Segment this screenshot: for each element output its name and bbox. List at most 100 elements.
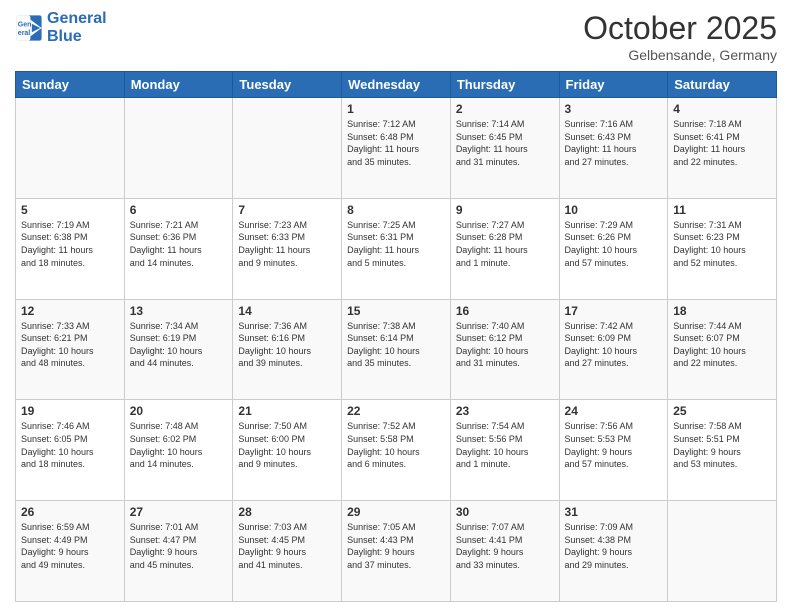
month-title: October 2025 [583, 10, 777, 47]
calendar-cell: 21 Sunrise: 7:50 AM Sunset: 6:00 PM Dayli… [233, 400, 342, 501]
day-info: Sunrise: 7:03 AM Sunset: 4:45 PM Dayligh… [238, 521, 336, 571]
calendar-cell: 20Sunrise: 7:48 AM Sunset: 6:02 PM Dayli… [124, 400, 233, 501]
day-number: 7 [238, 203, 336, 217]
day-number: 28 [238, 505, 336, 519]
day-number: 13 [130, 304, 228, 318]
day-info: Sunrise: 7:14 AM Sunset: 6:45 PM Dayligh… [456, 118, 554, 168]
calendar-cell [668, 501, 777, 602]
day-info: Sunrise: 7:33 AM Sunset: 6:21 PM Dayligh… [21, 320, 119, 370]
calendar-cell: 13 Sunrise: 7:34 AM Sunset: 6:19 PM Dayli… [124, 299, 233, 400]
day-number: 12 [21, 304, 119, 318]
calendar-week-row: 26 Sunrise: 6:59 AM Sunset: 4:49 PM Dayli… [16, 501, 777, 602]
weekday-header-tuesday: Tuesday [233, 72, 342, 98]
day-info: Sunrise: 7:54 AM Sunset: 5:56 PM Dayligh… [456, 420, 554, 470]
day-number: 10 [565, 203, 663, 217]
day-number: 3 [565, 102, 663, 116]
calendar-week-row: 12 Sunrise: 7:33 AM Sunset: 6:21 PM Dayli… [16, 299, 777, 400]
calendar-cell: 29Sunrise: 7:05 AM Sunset: 4:43 PM Dayli… [342, 501, 451, 602]
calendar-cell [124, 98, 233, 199]
logo: Gen eral General Blue [15, 10, 107, 45]
day-info: Sunrise: 7:56 AM Sunset: 5:53 PM Dayligh… [565, 420, 663, 470]
day-info: Sunrise: 7:44 AM Sunset: 6:07 PM Dayligh… [673, 320, 771, 370]
calendar-cell: 14 Sunrise: 7:36 AM Sunset: 6:16 PM Dayli… [233, 299, 342, 400]
day-number: 29 [347, 505, 445, 519]
calendar-week-row: 1 Sunrise: 7:12 AM Sunset: 6:48 PM Daylig… [16, 98, 777, 199]
day-number: 24 [565, 404, 663, 418]
svg-text:eral: eral [18, 30, 31, 37]
calendar-cell: 22 Sunrise: 7:52 AM Sunset: 5:58 PM Dayli… [342, 400, 451, 501]
day-info: Sunrise: 7:07 AM Sunset: 4:41 PM Dayligh… [456, 521, 554, 571]
day-number: 14 [238, 304, 336, 318]
calendar-cell: 23 Sunrise: 7:54 AM Sunset: 5:56 PM Dayli… [450, 400, 559, 501]
calendar-cell: 5 Sunrise: 7:19 AM Sunset: 6:38 PM Daylig… [16, 198, 125, 299]
calendar-cell: 12 Sunrise: 7:33 AM Sunset: 6:21 PM Dayli… [16, 299, 125, 400]
calendar-cell: 16Sunrise: 7:40 AM Sunset: 6:12 PM Dayli… [450, 299, 559, 400]
day-info: Sunrise: 7:58 AM Sunset: 5:51 PM Dayligh… [673, 420, 771, 470]
calendar-week-row: 19 Sunrise: 7:46 AM Sunset: 6:05 PM Dayli… [16, 400, 777, 501]
calendar-cell [16, 98, 125, 199]
day-info: Sunrise: 7:46 AM Sunset: 6:05 PM Dayligh… [21, 420, 119, 470]
calendar-cell: 24 Sunrise: 7:56 AM Sunset: 5:53 PM Dayli… [559, 400, 668, 501]
day-info: Sunrise: 7:52 AM Sunset: 5:58 PM Dayligh… [347, 420, 445, 470]
calendar-cell [233, 98, 342, 199]
day-number: 20 [130, 404, 228, 418]
location-subtitle: Gelbensande, Germany [583, 47, 777, 63]
day-number: 18 [673, 304, 771, 318]
day-number: 31 [565, 505, 663, 519]
weekday-header-monday: Monday [124, 72, 233, 98]
calendar-cell: 3 Sunrise: 7:16 AM Sunset: 6:43 PM Daylig… [559, 98, 668, 199]
calendar-cell: 8Sunrise: 7:25 AM Sunset: 6:31 PM Daylig… [342, 198, 451, 299]
calendar-header-row: SundayMondayTuesdayWednesdayThursdayFrid… [16, 72, 777, 98]
calendar-table: SundayMondayTuesdayWednesdayThursdayFrid… [15, 71, 777, 602]
calendar-cell: 11 Sunrise: 7:31 AM Sunset: 6:23 PM Dayli… [668, 198, 777, 299]
weekday-header-wednesday: Wednesday [342, 72, 451, 98]
day-number: 15 [347, 304, 445, 318]
title-block: October 2025 Gelbensande, Germany [583, 10, 777, 63]
day-number: 1 [347, 102, 445, 116]
day-info: Sunrise: 7:21 AM Sunset: 6:36 PM Dayligh… [130, 219, 228, 269]
day-number: 4 [673, 102, 771, 116]
day-number: 5 [21, 203, 119, 217]
weekday-header-thursday: Thursday [450, 72, 559, 98]
day-info: Sunrise: 7:34 AM Sunset: 6:19 PM Dayligh… [130, 320, 228, 370]
calendar-cell: 18 Sunrise: 7:44 AM Sunset: 6:07 PM Dayli… [668, 299, 777, 400]
day-info: Sunrise: 7:36 AM Sunset: 6:16 PM Dayligh… [238, 320, 336, 370]
calendar-cell: 30 Sunrise: 7:07 AM Sunset: 4:41 PM Dayli… [450, 501, 559, 602]
day-info: Sunrise: 7:27 AM Sunset: 6:28 PM Dayligh… [456, 219, 554, 269]
calendar-cell: 1 Sunrise: 7:12 AM Sunset: 6:48 PM Daylig… [342, 98, 451, 199]
day-number: 9 [456, 203, 554, 217]
page: Gen eral General Blue October 2025 Gelbe… [0, 0, 792, 612]
day-number: 30 [456, 505, 554, 519]
calendar-cell: 19 Sunrise: 7:46 AM Sunset: 6:05 PM Dayli… [16, 400, 125, 501]
day-number: 19 [21, 404, 119, 418]
calendar-cell: 6 Sunrise: 7:21 AM Sunset: 6:36 PM Daylig… [124, 198, 233, 299]
calendar-cell: 9 Sunrise: 7:27 AM Sunset: 6:28 PM Daylig… [450, 198, 559, 299]
calendar-cell: 28 Sunrise: 7:03 AM Sunset: 4:45 PM Dayli… [233, 501, 342, 602]
day-info: Sunrise: 7:09 AM Sunset: 4:38 PM Dayligh… [565, 521, 663, 571]
day-info: Sunrise: 7:29 AM Sunset: 6:26 PM Dayligh… [565, 219, 663, 269]
weekday-header-sunday: Sunday [16, 72, 125, 98]
header: Gen eral General Blue October 2025 Gelbe… [15, 10, 777, 63]
day-number: 21 [238, 404, 336, 418]
calendar-cell: 10 Sunrise: 7:29 AM Sunset: 6:26 PM Dayli… [559, 198, 668, 299]
day-info: Sunrise: 7:12 AM Sunset: 6:48 PM Dayligh… [347, 118, 445, 168]
calendar-week-row: 5 Sunrise: 7:19 AM Sunset: 6:38 PM Daylig… [16, 198, 777, 299]
day-number: 11 [673, 203, 771, 217]
calendar-cell: 15 Sunrise: 7:38 AM Sunset: 6:14 PM Dayli… [342, 299, 451, 400]
svg-text:Gen: Gen [18, 21, 32, 28]
day-number: 22 [347, 404, 445, 418]
day-number: 6 [130, 203, 228, 217]
day-number: 26 [21, 505, 119, 519]
calendar-cell: 4Sunrise: 7:18 AM Sunset: 6:41 PM Daylig… [668, 98, 777, 199]
day-info: Sunrise: 7:23 AM Sunset: 6:33 PM Dayligh… [238, 219, 336, 269]
day-info: Sunrise: 7:50 AM Sunset: 6:00 PM Dayligh… [238, 420, 336, 470]
day-info: Sunrise: 7:38 AM Sunset: 6:14 PM Dayligh… [347, 320, 445, 370]
day-info: Sunrise: 7:19 AM Sunset: 6:38 PM Dayligh… [21, 219, 119, 269]
weekday-header-saturday: Saturday [668, 72, 777, 98]
day-info: Sunrise: 7:31 AM Sunset: 6:23 PM Dayligh… [673, 219, 771, 269]
day-number: 23 [456, 404, 554, 418]
day-info: Sunrise: 6:59 AM Sunset: 4:49 PM Dayligh… [21, 521, 119, 571]
day-number: 17 [565, 304, 663, 318]
day-number: 16 [456, 304, 554, 318]
day-info: Sunrise: 7:16 AM Sunset: 6:43 PM Dayligh… [565, 118, 663, 168]
